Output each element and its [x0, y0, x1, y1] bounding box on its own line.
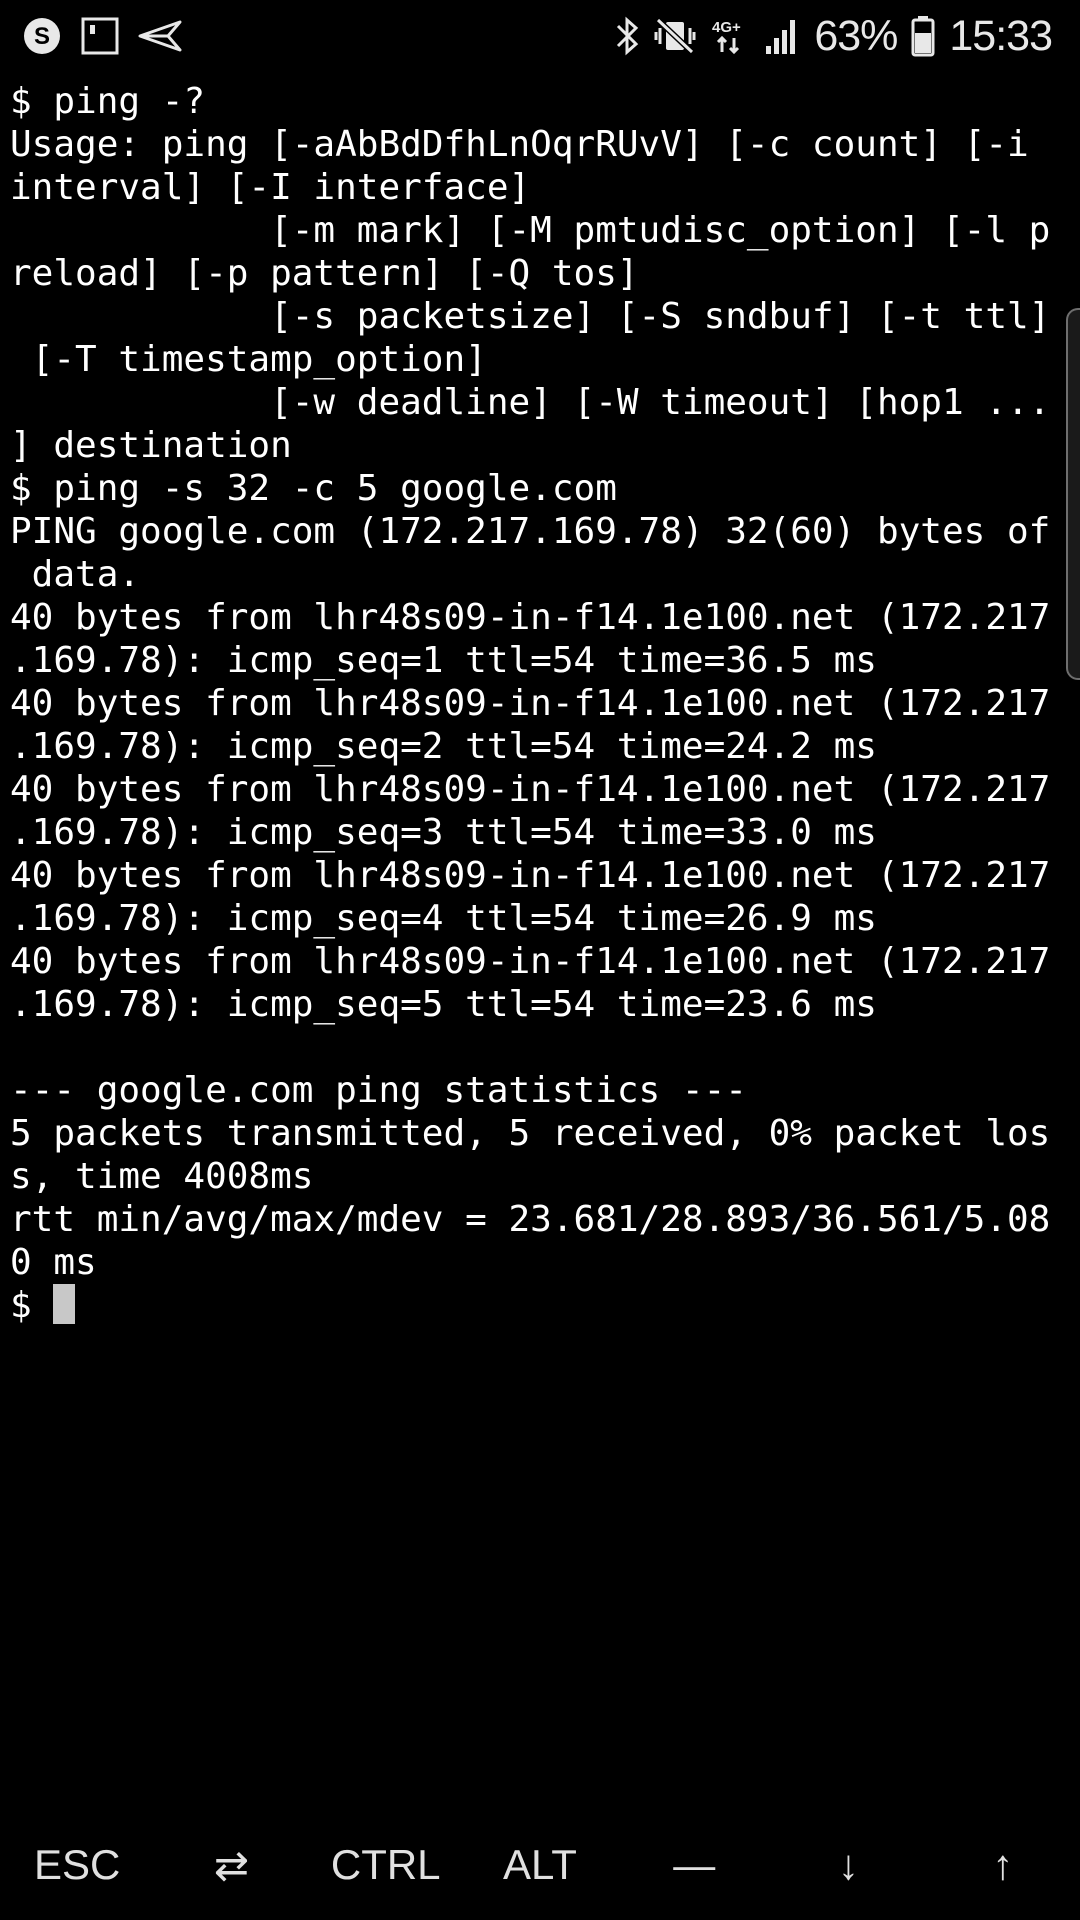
key-tab-button[interactable]: ⇄ — [154, 1820, 308, 1910]
terminal-line: 5 packets transmitted, 5 received, 0% pa… — [10, 1113, 1051, 1154]
terminal-line: [-s packetsize] [-S sndbuf] [-t ttl] — [10, 296, 1051, 337]
terminal-line: 40 bytes from lhr48s09-in-f14.1e100.net … — [10, 855, 1051, 896]
key-down-arrow-button[interactable]: ↓ — [772, 1820, 926, 1910]
terminal-line: .169.78): icmp_seq=4 ttl=54 time=26.9 ms — [10, 898, 877, 939]
key-ctrl-button[interactable]: CTRL — [309, 1820, 463, 1910]
terminal-line: ] destination — [10, 425, 292, 466]
terminal-line: .169.78): icmp_seq=2 ttl=54 time=24.2 ms — [10, 726, 877, 767]
signal-icon — [764, 16, 800, 56]
terminal-output[interactable]: $ ping -? Usage: ping [-aAbBdDfhLnOqrRUvV… — [10, 80, 1070, 1820]
terminal-line: [-w deadline] [-W timeout] [hop1 ... — [10, 382, 1051, 423]
extra-keys-bar: ESC ⇄ CTRL ALT — ↓ ↑ — [0, 1810, 1080, 1920]
terminal-prompt: $ — [10, 1285, 54, 1326]
terminal-line: $ ping -s 32 -c 5 google.com — [10, 468, 617, 509]
key-esc-button[interactable]: ESC — [0, 1820, 154, 1910]
status-bar-right: 4G+ 63% 15:33 — [614, 10, 1053, 62]
clock-time: 15:33 — [949, 11, 1053, 60]
svg-text:S: S — [34, 23, 50, 50]
terminal-cursor — [53, 1284, 76, 1324]
paper-plane-icon — [138, 16, 182, 56]
vibrate-mute-icon — [654, 16, 696, 56]
terminal-line: --- google.com ping statistics --- — [10, 1070, 747, 1111]
terminal-line: 40 bytes from lhr48s09-in-f14.1e100.net … — [10, 769, 1051, 810]
status-bar: S 4G+ 63% 15:33 — [0, 0, 1080, 72]
status-bar-left: S — [22, 14, 182, 58]
terminal-scrollbar[interactable] — [1066, 308, 1080, 680]
terminal-prompt-line[interactable]: $ — [10, 1284, 1070, 1327]
bluetooth-icon — [614, 16, 640, 56]
terminal-line: PING google.com (172.217.169.78) 32(60) … — [10, 511, 1051, 552]
terminal-line: s, time 4008ms — [10, 1156, 314, 1197]
terminal-line: $ ping -? — [10, 81, 206, 122]
terminal-line: reload] [-p pattern] [-Q tos] — [10, 253, 639, 294]
s-circle-icon: S — [22, 16, 62, 56]
terminal-line: data. — [10, 554, 141, 595]
terminal-line: 40 bytes from lhr48s09-in-f14.1e100.net … — [10, 683, 1051, 724]
terminal-line: [-m mark] [-M pmtudisc_option] [-l p — [10, 210, 1051, 251]
terminal-line: .169.78): icmp_seq=1 ttl=54 time=36.5 ms — [10, 640, 877, 681]
terminal-line: rtt min/avg/max/mdev = 23.681/28.893/36.… — [10, 1199, 1051, 1240]
battery-icon — [911, 15, 935, 57]
terminal-line: 40 bytes from lhr48s09-in-f14.1e100.net … — [10, 597, 1051, 638]
terminal-line: interval] [-I interface] — [10, 167, 531, 208]
key-up-arrow-button[interactable]: ↑ — [926, 1820, 1080, 1910]
terminal-line: [-T timestamp_option] — [10, 339, 487, 380]
terminal-line: Usage: ping [-aAbBdDfhLnOqrRUvV] [-c cou… — [10, 124, 1029, 165]
terminal-line: 0 ms — [10, 1242, 97, 1283]
notification-square-icon — [80, 16, 120, 56]
key-dash-button[interactable]: — — [617, 1820, 771, 1910]
svg-text:4G+: 4G+ — [712, 19, 741, 36]
battery-percent: 63% — [814, 11, 898, 60]
4g-plus-data-icon: 4G+ — [710, 16, 750, 56]
terminal-line: .169.78): icmp_seq=5 ttl=54 time=23.6 ms — [10, 984, 877, 1025]
terminal-line: 40 bytes from lhr48s09-in-f14.1e100.net … — [10, 941, 1051, 982]
key-alt-button[interactable]: ALT — [463, 1820, 617, 1910]
terminal-lines: $ ping -? Usage: ping [-aAbBdDfhLnOqrRUvV… — [10, 80, 1070, 1284]
terminal-line: .169.78): icmp_seq=3 ttl=54 time=33.0 ms — [10, 812, 877, 853]
